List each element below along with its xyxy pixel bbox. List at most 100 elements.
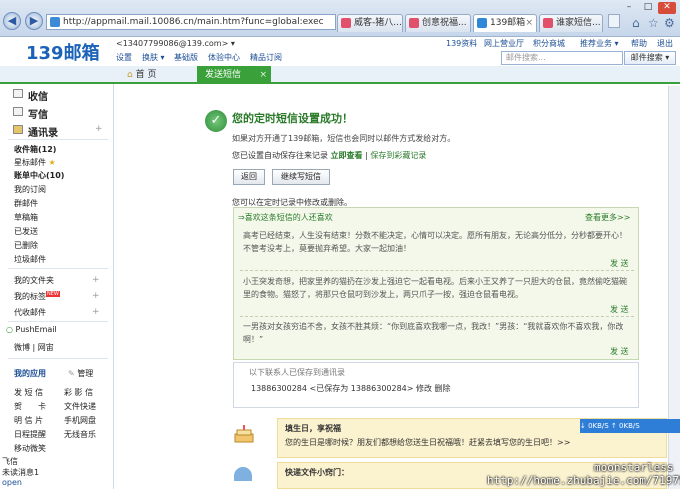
link-subscriptions[interactable]: 精品订阅 xyxy=(250,52,282,63)
continue-writing-button[interactable]: 继续写短信 xyxy=(272,169,330,185)
close-icon[interactable]: × xyxy=(259,66,267,84)
close-window-icon[interactable]: ✕ xyxy=(658,2,676,14)
star-icon: ★ xyxy=(46,158,56,167)
gear-icon[interactable]: ⚙ xyxy=(664,16,675,30)
app-postcard[interactable]: 明 信 片 xyxy=(14,415,43,426)
app-card[interactable]: 贺 卡 xyxy=(14,401,46,412)
link-online-hall[interactable]: 网上营业厅 xyxy=(484,38,524,49)
contacts-icon xyxy=(13,125,23,134)
add-icon[interactable]: + xyxy=(92,307,100,317)
saved-contacts-title: 以下联系人已保存到通讯录 xyxy=(249,368,345,377)
promo-title: 填生日，享祝福 xyxy=(285,424,341,433)
address-bar[interactable]: http://appmail.mail.10086.cn/main.htm?fu… xyxy=(46,14,336,30)
unread-messages[interactable]: 未读消息1 xyxy=(2,467,39,478)
add-icon[interactable]: + xyxy=(92,291,100,301)
folder-subscriptions[interactable]: 我的订阅 xyxy=(14,184,46,195)
group-collect-mail[interactable]: 代收邮件 xyxy=(14,307,46,318)
star-icon[interactable]: ☆ xyxy=(648,16,659,30)
folder-deleted[interactable]: 已删除 xyxy=(14,240,38,251)
send-button-2[interactable]: 发 送 xyxy=(610,304,629,315)
pushemail-link[interactable]: ○ PushEmail xyxy=(6,325,57,334)
sidebar-contacts[interactable]: 通讯录 xyxy=(13,124,58,139)
add-icon[interactable]: + xyxy=(95,124,103,134)
fetion-label[interactable]: 飞信 xyxy=(2,456,18,467)
message-1: 高考已经结束，人生没有结束！分数不能决定，心情可以决定。愿所有朋友，无论高分低分… xyxy=(243,231,627,253)
app-file-express[interactable]: 文件快递 xyxy=(64,401,96,412)
link-points-mall[interactable]: 积分商城 xyxy=(533,38,565,49)
group-my-folders[interactable]: 我的文件夹 xyxy=(14,275,54,286)
link-skin[interactable]: 换肤 ▾ xyxy=(142,52,165,63)
send-button-3[interactable]: 发 送 xyxy=(610,346,629,357)
success-title: 您的定时短信设置成功！ xyxy=(232,112,353,125)
browser-tab-4[interactable]: 谁家短信... xyxy=(539,14,603,32)
home-icon[interactable]: ⌂ xyxy=(632,16,640,30)
sidebar-compose[interactable]: 写信 xyxy=(13,106,48,121)
tab-favicon-icon xyxy=(341,18,351,28)
divider xyxy=(8,139,108,140)
apps-manage-link[interactable]: ✎ 管理 xyxy=(68,368,93,379)
success-check-icon: ✓ xyxy=(205,110,227,132)
open-link[interactable]: open xyxy=(2,478,22,487)
compose-icon xyxy=(13,107,23,116)
minimize-icon[interactable]: – xyxy=(620,2,638,14)
browser-tab-2[interactable]: 创意祝福... xyxy=(405,14,471,32)
autosave-note: 您已设置自动保存往来记录 立即查看 | 保存到彩藏记录 xyxy=(232,151,427,160)
folder-sent[interactable]: 已发送 xyxy=(14,226,38,237)
promo-text[interactable]: 您的生日是哪时候？朋友们都想给您送生日祝福哦！赶紧去填写您的生日吧！>> xyxy=(285,437,570,448)
maximize-icon[interactable]: □ xyxy=(639,2,657,14)
apps-title: 我的应用 xyxy=(14,369,46,378)
link-basic-version[interactable]: 基础版 xyxy=(174,52,198,63)
new-tab-button[interactable] xyxy=(608,14,620,28)
search-input[interactable]: 邮件搜索... xyxy=(501,51,623,65)
app-send-sms[interactable]: 发 短 信 xyxy=(14,387,43,398)
folder-drafts[interactable]: 草稿箱 xyxy=(14,212,38,223)
success-description: 如果对方开通了139邮箱，短信也会同时以邮件方式发给对方。 xyxy=(232,134,456,143)
account-selector[interactable]: <13407799086@139.com> ▾ xyxy=(116,39,235,48)
search-button[interactable]: 邮件搜索 ▾ xyxy=(624,51,676,65)
forward-arrow-icon[interactable]: ▶ xyxy=(25,12,43,30)
close-icon[interactable]: × xyxy=(525,15,533,32)
folder-starred[interactable]: 星标邮件 ★ xyxy=(14,157,56,168)
folder-spam[interactable]: 垃圾邮件 xyxy=(14,254,46,265)
app-music[interactable]: 无线音乐 xyxy=(64,429,96,440)
group-my-tags[interactable]: 我的标签NEW xyxy=(14,291,60,302)
send-button-1[interactable]: 发 送 xyxy=(610,258,629,269)
app-calendar[interactable]: 日程提醒 xyxy=(14,429,46,440)
home-icon: ⌂ xyxy=(127,70,136,80)
app-mms[interactable]: 彩 影 信 xyxy=(64,387,93,398)
inbox-icon xyxy=(13,89,23,98)
folder-bills[interactable]: 账单中心(10) xyxy=(14,170,64,181)
link-settings[interactable]: 设置 xyxy=(116,52,132,63)
cloud-icon xyxy=(234,467,252,481)
link-help[interactable]: 帮助 xyxy=(631,38,647,49)
link-experience-center[interactable]: 体验中心 xyxy=(208,52,240,63)
sidebar-receive[interactable]: 收信 xyxy=(13,88,48,103)
back-arrow-icon[interactable]: ◀ xyxy=(3,12,21,30)
back-button[interactable]: 返回 xyxy=(233,169,265,185)
browser-tab-1[interactable]: 威客-猪八... xyxy=(337,14,403,32)
recommended-title: ⇒喜欢这条短信的人还喜欢 xyxy=(238,213,333,222)
tab-send-sms[interactable]: 发送短信 × xyxy=(197,66,271,84)
view-more-link[interactable]: 查看更多>> xyxy=(585,212,630,223)
browser-tab-3[interactable]: 139邮箱 × xyxy=(473,14,537,32)
mail-logo[interactable]: 139邮箱 xyxy=(26,39,100,65)
divider xyxy=(8,268,108,269)
saved-contact-entry[interactable]: 13886300284 <已保存为 13886300284> 修改 删除 xyxy=(251,383,451,394)
message-3: 一男孩对女孩穷追不舍，女孩不胜其烦：“你到底喜欢我哪一点，我改！”男孩：“我就喜… xyxy=(243,322,624,344)
view-now-link[interactable]: 立即查看 xyxy=(331,151,363,160)
folder-group-mail[interactable]: 群邮件 xyxy=(14,198,38,209)
link-logout[interactable]: 退出 xyxy=(657,38,673,49)
folder-inbox[interactable]: 收件箱(12) xyxy=(14,144,56,155)
link-139-profile[interactable]: 139资料 xyxy=(446,38,477,49)
gear-icon: ✎ xyxy=(68,369,78,378)
app-netdisk[interactable]: 手机网盘 xyxy=(64,415,96,426)
link-recommended[interactable]: 推荐业务 ▾ xyxy=(580,38,619,49)
save-favorites-link[interactable]: 保存到彩藏记录 xyxy=(370,151,426,160)
tab-home[interactable]: ⌂ 首 页 xyxy=(117,67,166,83)
weibo-link[interactable]: 微博 | 网宙 xyxy=(14,342,54,353)
tab-favicon-icon xyxy=(543,18,553,28)
site-favicon-icon xyxy=(50,17,60,27)
add-icon[interactable]: + xyxy=(92,275,100,285)
watermark-url: http://home.zhubajie.com/7197573/ xyxy=(487,474,680,487)
app-smile[interactable]: 移动微笑 xyxy=(14,443,46,454)
